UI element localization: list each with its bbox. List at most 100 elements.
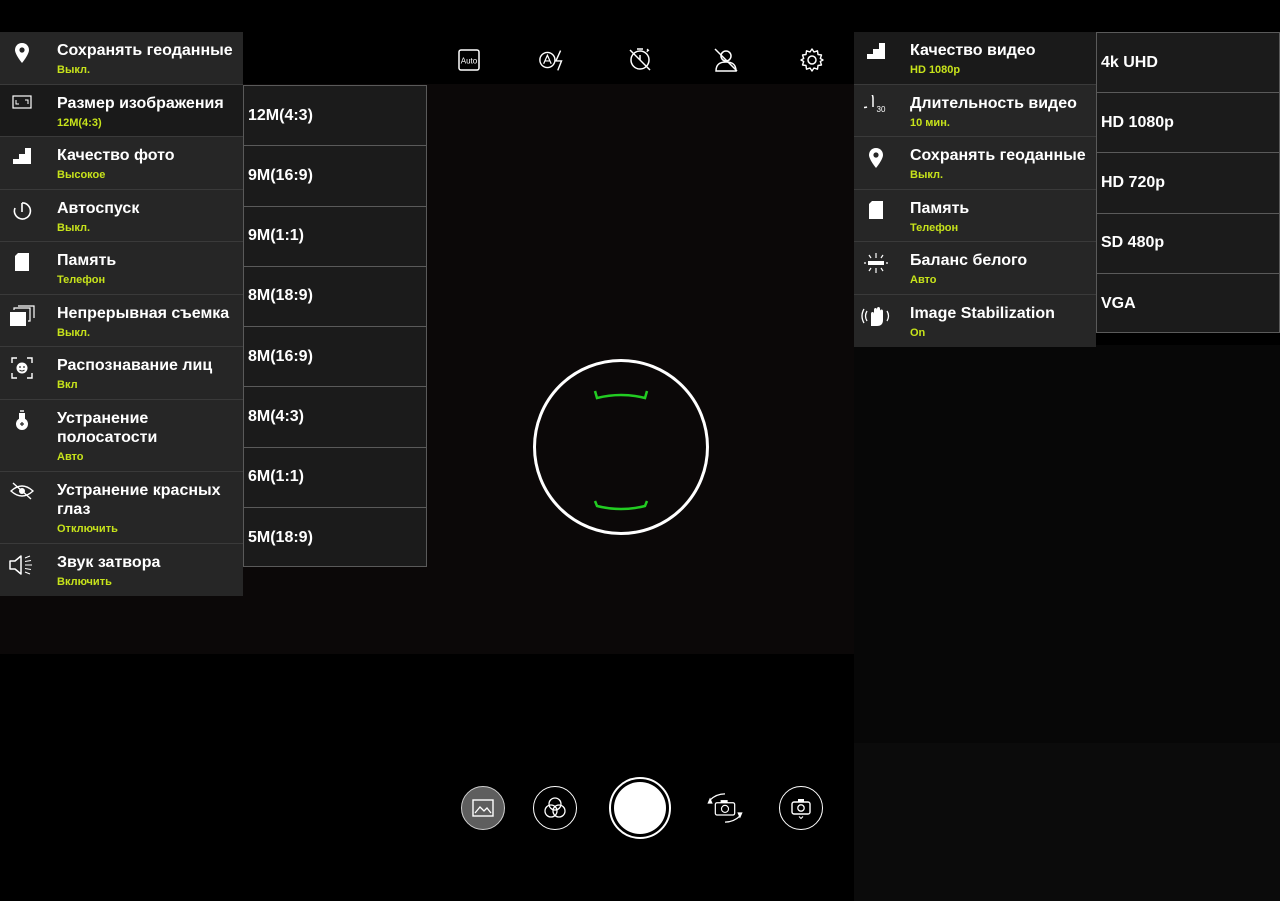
camera-mode-button[interactable] <box>779 786 823 830</box>
settings-gear-icon[interactable] <box>796 44 828 76</box>
setting-shutter-sound[interactable]: Звук затвора Включить <box>0 544 243 596</box>
video-quality-option[interactable]: HD 720p <box>1097 153 1279 214</box>
video-quality-option[interactable]: VGA <box>1097 274 1279 334</box>
svg-text:Auto: Auto <box>461 57 478 66</box>
setting-title: Сохранять геоданные <box>910 147 1086 164</box>
quality-stairs-icon <box>13 148 31 164</box>
setting-title: Распознавание лиц <box>57 357 213 374</box>
setting-value: Телефон <box>910 222 959 234</box>
setting-value: Авто <box>910 274 937 286</box>
video-quality-option[interactable]: 4k UHD <box>1097 33 1279 94</box>
burst-icon <box>10 305 35 326</box>
image-size-options: 12M(4:3) 9M(16:9) 9M(1:1) 8M(18:9) 8M(16… <box>243 85 427 567</box>
image-size-option[interactable]: 6M(1:1) <box>244 448 426 508</box>
image-size-option[interactable]: 8M(4:3) <box>244 387 426 448</box>
setting-value: On <box>910 327 926 339</box>
setting-value: 12M(4:3) <box>57 117 102 129</box>
camera-mode-icon <box>791 799 811 820</box>
right-background-lower <box>854 743 1280 901</box>
setting-geotag[interactable]: Сохранять геоданные Выкл. <box>0 32 243 85</box>
face-off-icon[interactable] <box>710 44 742 76</box>
shutter-button[interactable] <box>609 777 671 839</box>
setting-red-eye[interactable]: Устранение красных глаз Отключить <box>0 472 243 544</box>
quality-stairs-icon <box>867 43 885 59</box>
image-size-option[interactable]: 8M(16:9) <box>244 327 426 388</box>
right-background <box>854 345 1280 901</box>
setting-value: Включить <box>57 576 112 588</box>
video-quality-option[interactable]: HD 1080p <box>1097 93 1279 154</box>
setting-image-size[interactable]: Размер изображения 12M(4:3) <box>0 85 243 137</box>
setting-value: Высокое <box>57 169 106 181</box>
svg-text:30: 30 <box>877 105 886 114</box>
color-filter-icon <box>544 797 566 818</box>
duration-timer-icon: 30 <box>864 95 886 114</box>
setting-value: Телефон <box>57 274 106 286</box>
white-balance-icon <box>864 253 888 273</box>
setting-title: Длительность видео <box>910 95 1077 112</box>
gallery-icon <box>472 799 494 817</box>
sd-card-icon <box>15 253 29 271</box>
setting-value: Выкл. <box>910 169 944 181</box>
setting-title: Устранение красных глаз <box>57 482 221 518</box>
video-quality-options: 4k UHD HD 1080p HD 720p SD 480p VGA <box>1096 32 1280 333</box>
filters-button[interactable] <box>533 786 577 830</box>
location-pin-icon <box>869 148 883 168</box>
timer-off-icon[interactable] <box>624 44 656 76</box>
setting-value: HD 1080p <box>910 64 961 76</box>
image-size-option[interactable]: 9M(1:1) <box>244 207 426 267</box>
setting-title: Баланс белого <box>910 252 1028 269</box>
setting-title: Устранение полосатости <box>57 410 158 446</box>
setting-title: Размер изображения <box>57 95 224 112</box>
setting-video-duration[interactable]: 30 Длительность видео 10 мин. <box>854 85 1096 137</box>
switch-camera-icon <box>707 793 743 823</box>
setting-title: Image Stabilization <box>910 305 1055 322</box>
flash-auto-icon[interactable] <box>538 44 570 76</box>
image-size-option[interactable]: 5M(18:9) <box>244 508 426 568</box>
image-size-option[interactable]: 9M(16:9) <box>244 146 426 207</box>
stabilization-hand-icon <box>861 307 890 326</box>
location-pin-icon <box>15 43 29 63</box>
setting-value: Вкл <box>57 379 78 391</box>
setting-title: Качество видео <box>910 42 1036 59</box>
setting-title: Качество фото <box>57 147 175 164</box>
setting-value: Отключить <box>57 523 118 535</box>
setting-video-quality[interactable]: Качество видео HD 1080p <box>854 32 1096 85</box>
setting-title: Звук затвора <box>57 554 161 571</box>
setting-self-timer[interactable]: Автоспуск Выкл. <box>0 190 243 242</box>
setting-title: Память <box>57 252 117 269</box>
focus-brackets-icon <box>593 390 649 511</box>
setting-face-detection[interactable]: Распознавание лиц Вкл <box>0 347 243 400</box>
setting-value: Выкл. <box>57 327 91 339</box>
setting-photo-quality[interactable]: Качество фото Высокое <box>0 137 243 190</box>
gallery-button[interactable] <box>461 786 505 830</box>
face-detect-icon <box>11 357 33 379</box>
red-eye-icon <box>10 482 34 500</box>
shutter-inner <box>614 782 666 834</box>
sd-card-icon <box>869 201 883 219</box>
self-timer-icon <box>13 202 32 220</box>
setting-title: Непрерывная съемка <box>57 305 230 322</box>
focus-ring <box>533 359 709 535</box>
setting-video-geotag[interactable]: Сохранять геоданные Выкл. <box>854 137 1096 190</box>
image-size-option[interactable]: 8M(18:9) <box>244 267 426 327</box>
setting-title: Автоспуск <box>57 200 140 217</box>
setting-value: Выкл. <box>57 64 91 76</box>
setting-storage[interactable]: Память Телефон <box>0 242 243 295</box>
auto-mode-icon[interactable]: Auto <box>453 44 485 76</box>
setting-value: Выкл. <box>57 222 91 234</box>
switch-camera-button[interactable] <box>703 786 747 830</box>
setting-title: Сохранять геоданные <box>57 42 233 59</box>
setting-video-storage[interactable]: Память Телефон <box>854 190 1096 242</box>
video-quality-option[interactable]: SD 480p <box>1097 214 1279 274</box>
shutter-sound-icon <box>9 555 32 575</box>
setting-title: Память <box>910 200 970 217</box>
setting-white-balance[interactable]: Баланс белого Авто <box>854 242 1096 295</box>
setting-anti-banding[interactable]: Устранение полосатости Авто <box>0 400 243 472</box>
setting-value: Авто <box>57 451 84 463</box>
image-size-option[interactable]: 12M(4:3) <box>244 86 426 147</box>
setting-burst[interactable]: Непрерывная съемка Выкл. <box>0 295 243 347</box>
video-settings-menu: Качество видео HD 1080p 30 Длительность в… <box>854 32 1096 347</box>
setting-value: 10 мин. <box>910 117 950 129</box>
setting-stabilization[interactable]: Image Stabilization On <box>854 295 1096 347</box>
image-size-icon <box>12 95 32 109</box>
